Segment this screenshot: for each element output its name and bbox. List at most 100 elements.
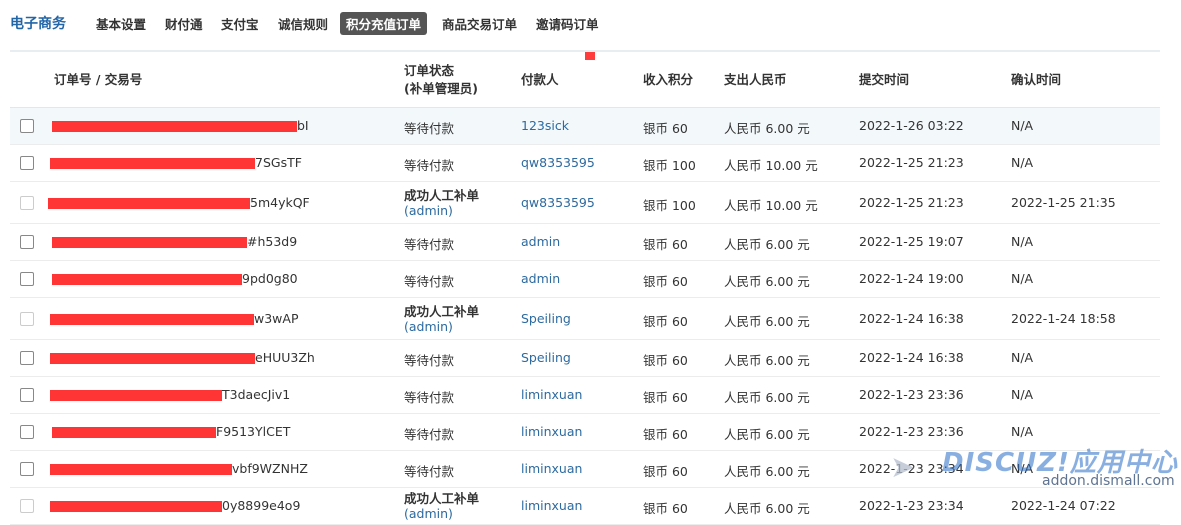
rmb-expense: 人民币 10.00 元: [724, 158, 818, 173]
row-checkbox[interactable]: [20, 425, 34, 439]
redacted-order-number: [52, 121, 297, 132]
rmb-expense: 人民币 6.00 元: [724, 427, 810, 442]
nav-goods-trade-orders[interactable]: 商品交易订单: [442, 14, 517, 33]
credit-income: 银币 60: [643, 390, 688, 405]
orders-table: 订单号 / 交易号 订单状态 (补单管理员) 付款人 收入积分 支出人民币 提交…: [10, 52, 1160, 525]
nav-alipay[interactable]: 支付宝: [221, 14, 259, 33]
nav-invite-code-orders[interactable]: 邀请码订单: [536, 14, 599, 33]
submit-time: 2022-1-23 23:34: [859, 498, 964, 513]
credit-income: 银币 60: [643, 121, 688, 136]
order-status: 成功人工补单 (admin): [404, 304, 479, 334]
payer-link[interactable]: Speiling: [521, 350, 571, 365]
table-row: eHUU3Zh 等待付款 Speiling 银币 60 人民币 6.00 元 2022-1…: [10, 340, 1160, 377]
redacted-order-number: [48, 198, 250, 209]
redacted-order-number: [52, 427, 216, 438]
brand-title[interactable]: 电子商务: [10, 13, 66, 33]
order-number-tail: #h53d9: [247, 234, 298, 249]
submit-time: 2022-1-24 16:38: [859, 350, 964, 365]
row-checkbox[interactable]: [20, 272, 34, 286]
table-row: vbf9WZNHZ 等待付款 liminxuan 银币 60 人民币 6.00 元 202…: [10, 451, 1160, 488]
redacted-order-number: [50, 464, 232, 475]
payer-link[interactable]: admin: [521, 271, 560, 286]
table-row: 9pd0g80 等待付款 admin 银币 60 人民币 6.00 元 2022-1-24…: [10, 261, 1160, 298]
payer-link[interactable]: qw8353595: [521, 195, 595, 210]
nav-basic-settings[interactable]: 基本设置: [96, 14, 146, 33]
order-status-text: 成功人工补单: [404, 491, 480, 506]
table-row: #h53d9 等待付款 admin 银币 60 人民币 6.00 元 2022-1-25 …: [10, 224, 1160, 261]
row-checkbox: [20, 499, 34, 513]
submit-time: 2022-1-25 21:23: [859, 155, 964, 170]
confirm-time: N/A: [1011, 424, 1034, 439]
rmb-expense: 人民币 6.00 元: [724, 353, 810, 368]
submit-time: 2022-1-26 03:22: [859, 118, 964, 133]
row-checkbox: [20, 196, 34, 210]
header-status-line1: 订单状态: [404, 63, 455, 78]
order-status: 等待付款: [404, 158, 455, 173]
order-number-tail: vbf9WZNHZ: [232, 461, 308, 476]
confirm-time: N/A: [1011, 234, 1034, 249]
rmb-expense: 人民币 6.00 元: [724, 274, 810, 289]
nav-credit-recharge-orders[interactable]: 积分充值订单: [340, 12, 428, 35]
redacted-order-number: [50, 158, 255, 169]
header-credit-in: 收入积分: [643, 72, 694, 87]
rmb-expense: 人民币 6.00 元: [724, 464, 810, 479]
credit-income: 银币 60: [643, 237, 688, 252]
confirm-time: N/A: [1011, 350, 1034, 365]
rmb-expense: 人民币 6.00 元: [724, 121, 810, 136]
row-checkbox[interactable]: [20, 119, 34, 133]
order-number-tail: 5m4ykQF: [250, 195, 310, 210]
confirm-time: N/A: [1011, 155, 1034, 170]
credit-income: 银币 100: [643, 198, 696, 213]
credit-income: 银币 60: [643, 353, 688, 368]
credit-income: 银币 60: [643, 314, 688, 329]
nav-tenpay[interactable]: 财付通: [165, 14, 203, 33]
header-rmb-out: 支出人民币: [724, 72, 787, 87]
row-checkbox[interactable]: [20, 351, 34, 365]
order-status: 等待付款: [404, 464, 455, 479]
table-row: bI 等待付款 123sick 银币 60 人民币 6.00 元 2022-1-26 03…: [10, 108, 1160, 145]
order-number-tail: eHUU3Zh: [255, 350, 315, 365]
order-status-admin[interactable]: (admin): [404, 203, 479, 218]
payer-link[interactable]: liminxuan: [521, 498, 582, 513]
payer-link[interactable]: Speiling: [521, 311, 571, 326]
payer-link[interactable]: 123sick: [521, 118, 569, 133]
table-row: 7SGsTF 等待付款 qw8353595 银币 100 人民币 10.00 元 2022…: [10, 145, 1160, 182]
payer-link[interactable]: liminxuan: [521, 387, 582, 402]
submit-time: 2022-1-23 23:36: [859, 424, 964, 439]
table-row: w3wAP 成功人工补单 (admin) Speiling 银币 60 人民币 6.00 …: [10, 298, 1160, 340]
header-status: 订单状态 (补单管理员): [404, 62, 478, 98]
order-status: 等待付款: [404, 274, 455, 289]
redacted-order-number: [52, 274, 242, 285]
credit-income: 银币 60: [643, 427, 688, 442]
header-confirm-time: 确认时间: [1011, 72, 1062, 87]
row-checkbox[interactable]: [20, 235, 34, 249]
table-body: bI 等待付款 123sick 银币 60 人民币 6.00 元 2022-1-26 03…: [10, 108, 1160, 525]
payer-link[interactable]: liminxuan: [521, 461, 582, 476]
order-status-admin[interactable]: (admin): [404, 506, 479, 521]
submit-time: 2022-1-23 23:36: [859, 387, 964, 402]
submit-time: 2022-1-25 19:07: [859, 234, 964, 249]
top-nav: 电子商务 基本设置 财付通 支付宝 诚信规则 积分充值订单 商品交易订单 邀请码…: [0, 0, 1181, 44]
header-status-line2: (补单管理员): [404, 81, 478, 96]
header-order-no: 订单号 / 交易号: [54, 72, 143, 87]
row-checkbox: [20, 312, 34, 326]
order-status: 等待付款: [404, 353, 455, 368]
row-checkbox[interactable]: [20, 156, 34, 170]
table-row: T3daecJiv1 等待付款 liminxuan 银币 60 人民币 6.00 元 20…: [10, 377, 1160, 414]
row-checkbox[interactable]: [20, 462, 34, 476]
order-number-tail: F9513YlCET: [216, 424, 291, 439]
confirm-time: N/A: [1011, 387, 1034, 402]
order-status-admin[interactable]: (admin): [404, 319, 479, 334]
submit-time: 2022-1-23 23:34: [859, 461, 964, 476]
row-checkbox[interactable]: [20, 388, 34, 402]
order-number-tail: 0y8899e4o9: [222, 498, 301, 513]
credit-income: 银币 100: [643, 158, 696, 173]
order-status: 成功人工补单 (admin): [404, 188, 479, 218]
confirm-time: N/A: [1011, 271, 1034, 286]
nav-credit-rules[interactable]: 诚信规则: [278, 14, 328, 33]
payer-link[interactable]: qw8353595: [521, 155, 595, 170]
payer-link[interactable]: admin: [521, 234, 560, 249]
order-number-tail: 9pd0g80: [242, 271, 298, 286]
order-number-tail: w3wAP: [254, 311, 299, 326]
payer-link[interactable]: liminxuan: [521, 424, 582, 439]
